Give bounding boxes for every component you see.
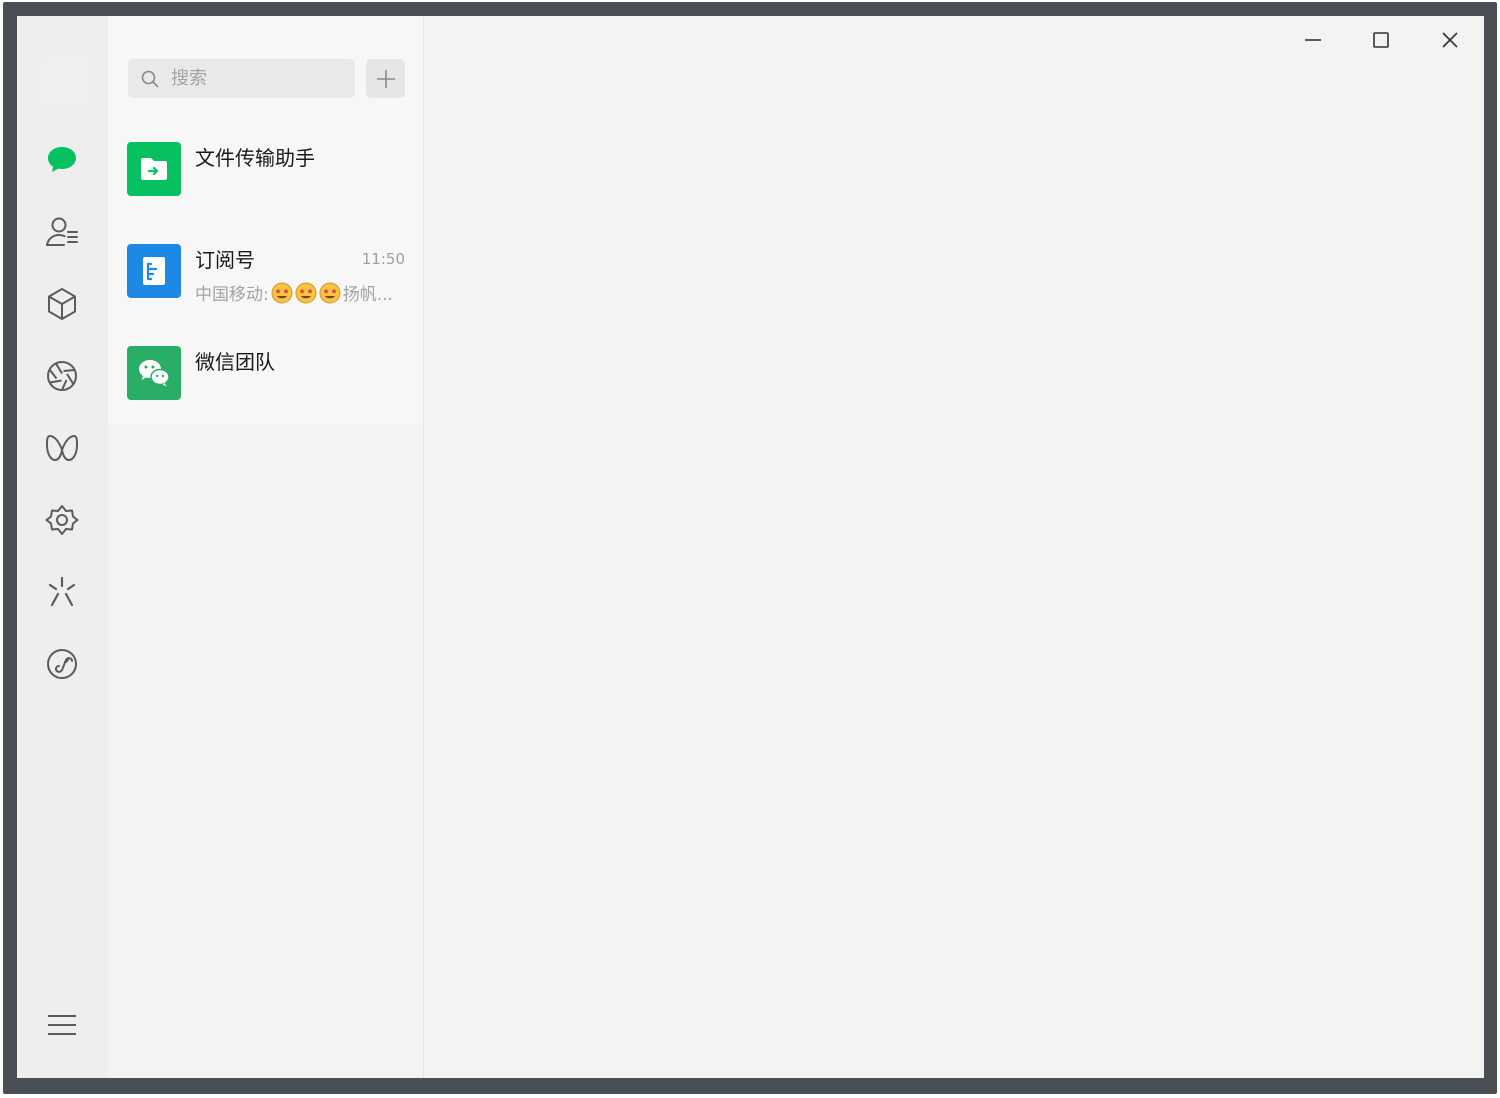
search-icon — [141, 69, 161, 89]
wechat-window: 文件传输助手 订阅号 11:50 中国移动: — [17, 16, 1484, 1078]
subscription-avatar — [127, 244, 181, 298]
chat-item-wechat-team[interactable]: 微信团队 — [108, 322, 423, 424]
chat-item-subscriptions[interactable]: 订阅号 11:50 中国移动: 扬帆... — [108, 220, 423, 322]
nav-contacts[interactable] — [39, 209, 85, 255]
star-struck-emoji-icon — [295, 282, 317, 303]
nav-moments[interactable] — [39, 353, 85, 399]
channels-butterfly-icon — [46, 435, 78, 461]
contacts-icon — [46, 217, 78, 246]
avatar[interactable] — [41, 56, 93, 108]
nav-chats[interactable] — [39, 137, 85, 183]
chat-preview: 中国移动: 扬帆... — [195, 280, 393, 305]
chat-time: 11:50 — [361, 250, 405, 268]
chat-list-panel: 文件传输助手 订阅号 11:50 中国移动: — [108, 16, 424, 1078]
nav-menu[interactable] — [39, 1002, 85, 1048]
star-struck-emoji-icon — [319, 282, 341, 303]
miniprogram-star-icon — [45, 505, 79, 535]
preview-sender: 中国移动: — [195, 285, 269, 305]
subscription-icon — [143, 257, 165, 285]
nav-rail — [17, 16, 109, 1078]
moments-aperture-icon — [47, 361, 77, 391]
wechat-team-icon — [139, 360, 170, 387]
conversation-area — [424, 16, 1484, 1078]
chat-item-file-transfer[interactable]: 文件传输助手 — [108, 118, 423, 220]
file-transfer-icon — [141, 158, 167, 180]
chat-bubble-icon — [48, 147, 76, 172]
preview-text: 扬帆... — [342, 285, 393, 305]
plus-icon — [376, 69, 395, 88]
nav-miniprograms[interactable] — [39, 641, 85, 687]
chat-name: 微信团队 — [195, 350, 275, 374]
favorites-cube-icon — [48, 288, 76, 320]
search-sparkle-icon — [48, 576, 76, 607]
search-input[interactable] — [169, 67, 353, 90]
search-box[interactable] — [128, 59, 355, 98]
nav-channels[interactable] — [39, 425, 85, 471]
nav-miniprograms-star[interactable] — [39, 497, 85, 543]
menu-icon — [48, 1015, 76, 1035]
chat-name: 订阅号 — [195, 248, 255, 272]
nav-favorites[interactable] — [39, 281, 85, 327]
add-button[interactable] — [366, 59, 405, 98]
star-struck-emoji-icon — [271, 282, 293, 303]
wechat-team-avatar — [127, 346, 181, 400]
miniprogram-link-icon — [47, 649, 77, 679]
chat-name: 文件传输助手 — [195, 146, 315, 170]
nav-search-feature[interactable] — [39, 569, 85, 615]
file-transfer-avatar — [127, 142, 181, 196]
